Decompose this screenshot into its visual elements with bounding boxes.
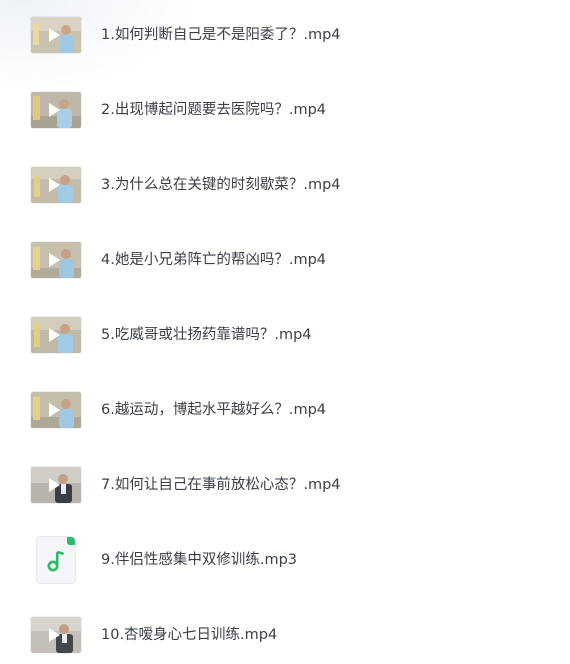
- file-name: 7.如何让自己在事前放松心态？.mp4: [101, 477, 341, 493]
- video-thumbnail-icon: [31, 17, 81, 53]
- video-thumbnail-icon: [31, 467, 81, 503]
- list-item[interactable]: 1.如何判断自己是不是阳委了？.mp4: [0, 5, 570, 65]
- video-thumbnail-icon: [31, 392, 81, 428]
- file-name: 6.越运动，博起水平越好么？.mp4: [101, 402, 326, 418]
- list-item[interactable]: 3.为什么总在关键的时刻歇菜？.mp4: [0, 155, 570, 215]
- list-item[interactable]: 9.伴侣性感集中双修训练.mp3: [0, 530, 570, 590]
- list-item[interactable]: 4.她是小兄弟阵亡的帮凶吗？.mp4: [0, 230, 570, 290]
- video-thumbnail-icon: [31, 167, 81, 203]
- list-item[interactable]: 6.越运动，博起水平越好么？.mp4: [0, 380, 570, 440]
- file-name: 5.吃威哥或壮扬药靠谱吗？.mp4: [101, 327, 312, 343]
- video-thumbnail-icon: [31, 317, 81, 353]
- file-list-page: 1.如何判断自己是不是阳委了？.mp4 2.出现博起问题要去医院吗？.mp4 3…: [0, 0, 570, 664]
- file-list: 1.如何判断自己是不是阳委了？.mp4 2.出现博起问题要去医院吗？.mp4 3…: [0, 0, 570, 664]
- music-note-icon: [37, 537, 75, 583]
- video-thumbnail-icon: [31, 92, 81, 128]
- video-thumbnail-icon: [31, 242, 81, 278]
- video-thumbnail-icon: [31, 617, 81, 653]
- file-name: 1.如何判断自己是不是阳委了？.mp4: [101, 27, 341, 43]
- file-name: 10.杏嗳身心七日训练.mp4: [101, 627, 278, 643]
- file-name: 2.出现博起问题要去医院吗？.mp4: [101, 102, 326, 118]
- file-name: 4.她是小兄弟阵亡的帮凶吗？.mp4: [101, 252, 326, 268]
- file-name: 3.为什么总在关键的时刻歇菜？.mp4: [101, 177, 341, 193]
- list-item[interactable]: 5.吃威哥或壮扬药靠谱吗？.mp4: [0, 305, 570, 365]
- list-item[interactable]: 7.如何让自己在事前放松心态？.mp4: [0, 455, 570, 515]
- file-name: 9.伴侣性感集中双修训练.mp3: [101, 552, 297, 568]
- list-item[interactable]: 2.出现博起问题要去医院吗？.mp4: [0, 80, 570, 140]
- list-item[interactable]: 10.杏嗳身心七日训练.mp4: [0, 605, 570, 664]
